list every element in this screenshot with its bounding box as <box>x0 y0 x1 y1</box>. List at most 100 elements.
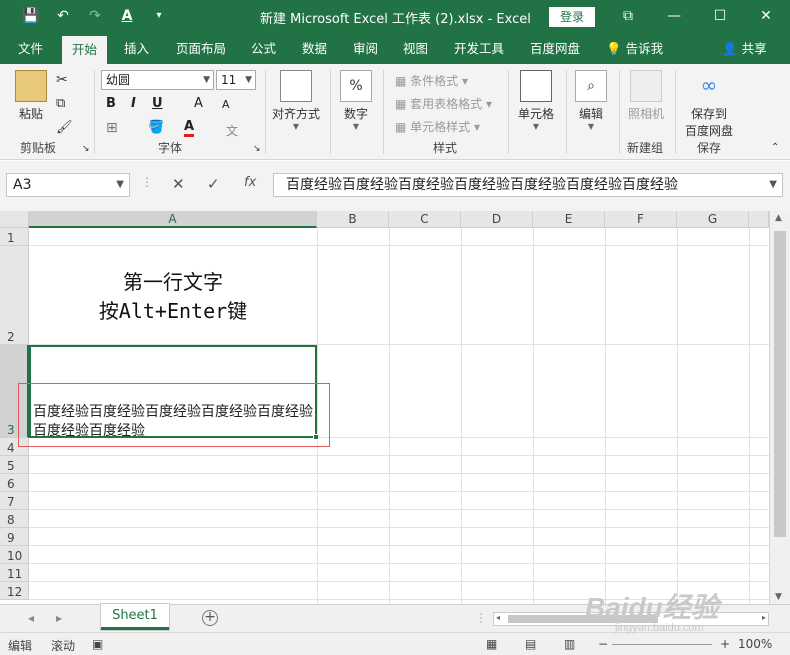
next-sheet-icon[interactable]: ▸ <box>56 611 62 625</box>
decrease-font-size-button[interactable]: A <box>222 98 230 111</box>
cell-styles-button[interactable]: ▦ 单元格样式 ▾ <box>395 118 480 135</box>
font-size-value: 11 <box>221 73 237 87</box>
row-header-10[interactable]: 10 <box>0 546 29 564</box>
scroll-up-icon[interactable]: ▲ <box>775 213 782 223</box>
tab-baidu-netdisk[interactable]: 百度网盘 <box>530 34 580 64</box>
paste-button[interactable]: 粘贴 <box>14 70 48 122</box>
number-format-button[interactable]: % 数字 ▼ <box>336 70 376 131</box>
copy-icon[interactable]: ⧉ <box>56 96 65 111</box>
underline-button[interactable]: U <box>152 96 163 111</box>
tab-page-layout[interactable]: 页面布局 <box>176 34 226 64</box>
camera-label: 照相机 <box>627 107 664 121</box>
cancel-icon[interactable]: ✕ <box>172 175 185 193</box>
add-sheet-icon[interactable]: + <box>202 610 218 626</box>
column-header-e[interactable]: E <box>533 211 605 228</box>
row-header-12[interactable]: 12 <box>0 582 29 600</box>
column-header-b[interactable]: B <box>317 211 389 228</box>
row-header-11[interactable]: 11 <box>0 564 29 582</box>
name-box[interactable]: A3 ▼ <box>6 173 130 197</box>
row-header-7[interactable]: 7 <box>0 492 29 510</box>
column-header-h[interactable] <box>749 211 769 228</box>
tab-formulas[interactable]: 公式 <box>251 34 276 64</box>
share-button[interactable]: 👤 共享 <box>722 34 767 64</box>
fill-color-icon[interactable]: 🪣 <box>148 120 164 135</box>
font-color-button[interactable]: A <box>184 119 195 137</box>
bold-button[interactable]: B <box>106 96 116 111</box>
tab-insert[interactable]: 插入 <box>124 34 149 64</box>
select-all-button[interactable] <box>0 211 29 228</box>
column-header-d[interactable]: D <box>461 211 533 228</box>
font-name-select[interactable]: 幼圆 ▼ <box>101 70 214 90</box>
save-icon[interactable]: 💾 <box>22 7 40 25</box>
phonetic-guide-button[interactable]: 文 <box>226 122 238 139</box>
customize-qat-icon[interactable]: ▾ <box>150 7 168 25</box>
ribbon-display-options-icon[interactable]: ⧉ <box>617 5 639 27</box>
font-color-qat-icon[interactable]: A <box>118 7 136 25</box>
group-label-clipboard: 剪贴板 <box>20 141 57 155</box>
macro-record-icon[interactable]: ▣ <box>92 637 103 651</box>
page-layout-view-icon[interactable]: ▤ <box>525 637 536 651</box>
column-header-f[interactable]: F <box>605 211 677 228</box>
camera-button[interactable]: 照相机 <box>624 70 668 122</box>
italic-button[interactable]: I <box>131 96 136 111</box>
column-header-a[interactable]: A <box>29 211 317 228</box>
vertical-scrollbar[interactable]: ▲ ▼ <box>769 211 790 604</box>
cell-a2[interactable]: 第一行文字 按Alt+Enter键 <box>29 246 317 345</box>
column-header-c[interactable]: C <box>389 211 461 228</box>
row-header-1[interactable]: 1 <box>0 228 29 246</box>
font-size-select[interactable]: 11 ▼ <box>216 70 256 90</box>
status-bar: 编辑 滚动 ▣ ▦ ▤ ▥ − + 100% <box>0 632 790 655</box>
maximize-button[interactable]: ☐ <box>709 5 731 27</box>
scroll-left-icon[interactable]: ◂ <box>496 613 500 622</box>
enter-icon[interactable]: ✓ <box>207 175 220 193</box>
login-button[interactable]: 登录 <box>549 7 595 27</box>
cut-icon[interactable]: ✂ <box>56 72 68 88</box>
tab-home[interactable]: 开始 <box>62 34 108 64</box>
sheet-tab-sheet1[interactable]: Sheet1 <box>101 604 169 630</box>
format-as-table-button[interactable]: ▦ 套用表格格式 ▾ <box>395 95 492 112</box>
group-label-font: 字体 <box>158 141 183 155</box>
zoom-slider[interactable] <box>612 644 712 645</box>
scroll-right-icon[interactable]: ▸ <box>762 613 766 622</box>
divider <box>94 70 95 154</box>
cells-button[interactable]: 单元格 ▼ <box>514 70 558 131</box>
undo-icon[interactable]: ↶ <box>54 7 72 25</box>
format-painter-icon[interactable]: 🖌 <box>56 120 73 135</box>
column-header-g[interactable]: G <box>677 211 749 228</box>
scroll-down-icon[interactable]: ▼ <box>775 592 782 602</box>
minimize-button[interactable]: — <box>663 5 685 27</box>
row-header-9[interactable]: 9 <box>0 528 29 546</box>
row-header-6[interactable]: 6 <box>0 474 29 492</box>
close-button[interactable]: ✕ <box>755 5 777 27</box>
scrollbar-thumb[interactable] <box>774 231 786 537</box>
conditional-formatting-button[interactable]: ▦ 条件格式 ▾ <box>395 72 468 89</box>
zoom-out-button[interactable]: − <box>598 637 608 651</box>
tab-tell-me[interactable]: 💡 告诉我 <box>606 34 663 64</box>
dialog-launcher-icon[interactable]: ↘ <box>82 144 90 154</box>
row-header-2[interactable]: 2 <box>0 246 29 345</box>
alignment-button[interactable]: 对齐方式 ▼ <box>270 70 322 131</box>
worksheet-grid[interactable]: A B C D E F G 1 2 3 4 5 6 7 8 9 10 11 12 <box>0 211 790 604</box>
zoom-in-button[interactable]: + <box>720 637 730 651</box>
tab-review[interactable]: 审阅 <box>353 34 378 64</box>
chevron-down-icon: ▼ <box>292 122 300 131</box>
borders-icon[interactable]: ⊞ <box>106 120 118 136</box>
row-header-5[interactable]: 5 <box>0 456 29 474</box>
save-to-baidu-button[interactable]: ∞ 保存到 百度网盘 <box>680 70 738 139</box>
normal-view-icon[interactable]: ▦ <box>486 637 497 651</box>
increase-font-size-button[interactable]: A <box>194 96 203 111</box>
row-header-8[interactable]: 8 <box>0 510 29 528</box>
collapse-ribbon-icon[interactable]: ⌃ <box>771 142 779 153</box>
prev-sheet-icon[interactable]: ◂ <box>28 611 34 625</box>
dialog-launcher-icon[interactable]: ↘ <box>253 144 261 154</box>
redo-icon[interactable]: ↷ <box>86 7 104 25</box>
tab-developer[interactable]: 开发工具 <box>454 34 504 64</box>
zoom-level[interactable]: 100% <box>738 637 772 651</box>
editing-button[interactable]: ⌕ 编辑 ▼ <box>572 70 610 131</box>
tab-data[interactable]: 数据 <box>302 34 327 64</box>
insert-function-icon[interactable]: fx <box>244 175 256 190</box>
tab-file[interactable]: 文件 <box>18 34 43 64</box>
tab-view[interactable]: 视图 <box>403 34 428 64</box>
page-break-view-icon[interactable]: ▥ <box>564 637 575 651</box>
formula-input[interactable]: 百度经验百度经验百度经验百度经验百度经验百度经验百度经验 ▼ <box>273 173 783 197</box>
